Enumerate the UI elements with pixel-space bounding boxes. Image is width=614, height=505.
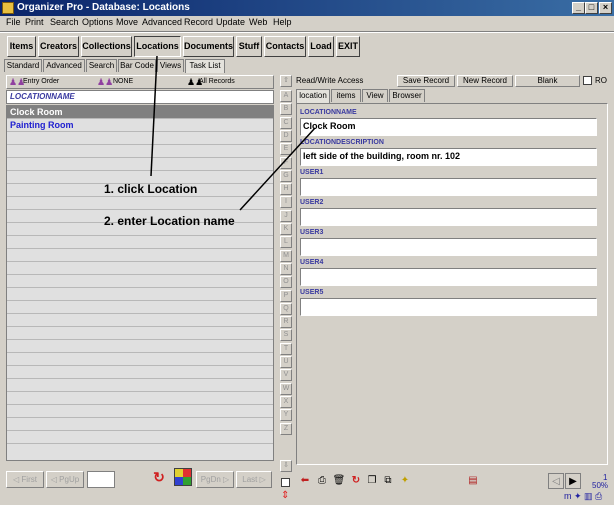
annotation-line-2 [239,127,316,211]
annotation-step1: 1. click Location [104,182,198,196]
annotation-step2: 2. enter Location name [104,214,235,228]
annotation-lines [150,55,316,211]
annotation-line-1 [150,55,158,177]
